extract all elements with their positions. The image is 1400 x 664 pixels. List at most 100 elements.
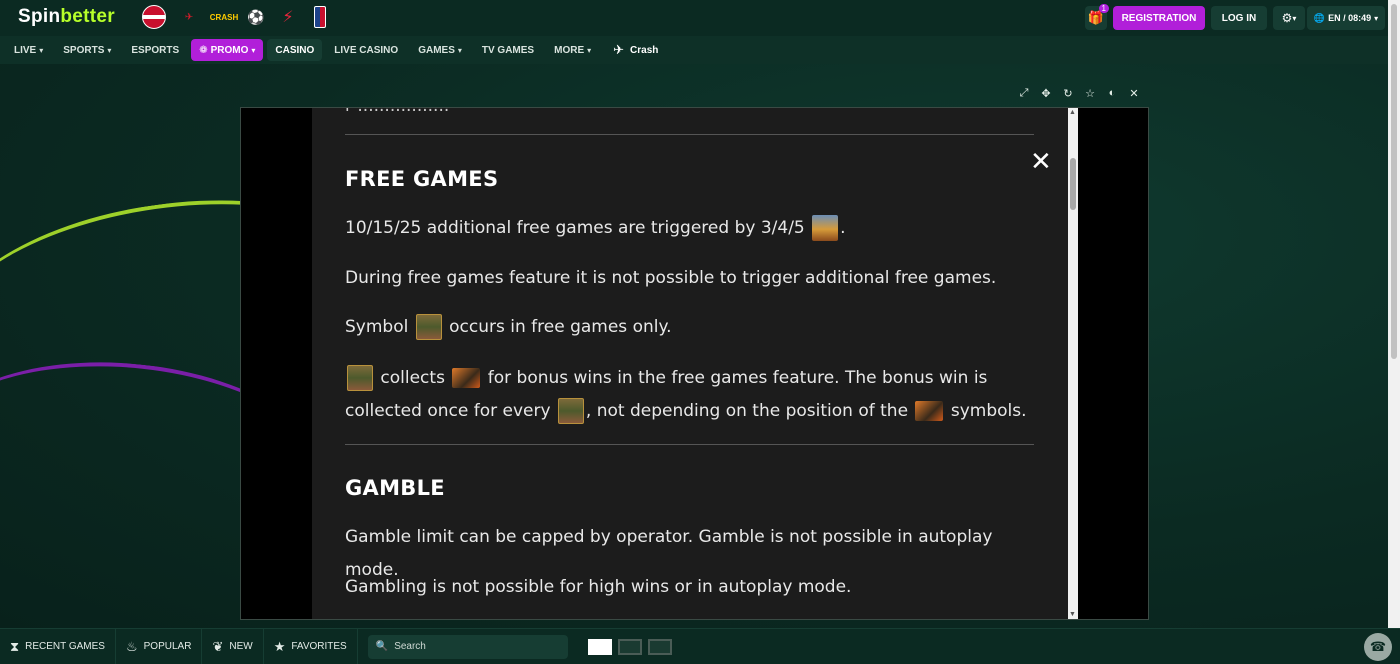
- logo-text-a: Spin: [18, 6, 61, 27]
- laliga-icon: ⚡: [282, 9, 294, 26]
- hourglass-icon: ⧗: [10, 638, 20, 654]
- page-scrollbar[interactable]: [1388, 0, 1400, 628]
- gamble-title: GAMBLE: [345, 476, 445, 500]
- search-box[interactable]: 🔍: [367, 634, 568, 659]
- nav-games-label: GAMES: [418, 44, 455, 56]
- fisherman-symbol-icon: [557, 398, 584, 424]
- headset-icon: ☎: [1369, 639, 1387, 654]
- lang-time-text: EN / 08:49: [1328, 13, 1372, 23]
- chevron-down-icon: ▾: [457, 45, 462, 55]
- free-games-title: FREE GAMES: [345, 167, 499, 191]
- support-button[interactable]: ☎: [1364, 633, 1392, 661]
- new-label: NEW: [229, 641, 253, 652]
- nav-tv-games[interactable]: TV GAMES: [474, 39, 542, 61]
- fg-line-3: Symbol occurs in free games only.: [345, 311, 1035, 344]
- promo-icon: ❁: [199, 44, 208, 56]
- chevron-down-icon: ▾: [107, 45, 112, 55]
- nav-crash-label: Crash: [630, 44, 659, 56]
- crash-logo-icon: CRASH: [209, 5, 239, 29]
- fisherman-symbol-icon: [415, 314, 442, 340]
- nav-esports-label: ESPORTS: [131, 44, 180, 56]
- globe-icon: 🌐: [1313, 12, 1326, 23]
- fg-line-2: During free games feature it is not poss…: [345, 268, 997, 288]
- favorites-button[interactable]: ★ FAVORITES: [264, 628, 358, 664]
- game-toolbar: ⤢ ✥ ↻ ☆ ◐ ✕: [1018, 86, 1140, 100]
- fg-line-4-text-c: , not depending on the position of the: [585, 401, 909, 421]
- close-icon[interactable]: ✕: [1128, 86, 1140, 100]
- fg-line-3-text-a: Symbol: [345, 317, 409, 337]
- popular-button[interactable]: ♨ POPULAR: [116, 628, 203, 664]
- nav-sports[interactable]: SPORTS ▾: [55, 39, 119, 61]
- login-button[interactable]: LOG IN: [1211, 6, 1267, 30]
- fisherman-symbol-icon: [347, 365, 373, 391]
- divider: [345, 134, 1034, 135]
- partner-logos: ✈ CRASH ⚽ ⚡: [142, 5, 332, 29]
- partner-red-logo-icon: ✈: [184, 11, 194, 23]
- site-logo[interactable]: Spinbetter: [18, 6, 115, 28]
- favorites-label: FAVORITES: [291, 641, 347, 652]
- flag-latvia-icon: [142, 5, 166, 29]
- game-frame[interactable]: r ................. ✕ FREE GAMES 10/15/2…: [240, 107, 1149, 620]
- fg-line-3-text-b: occurs in free games only.: [449, 317, 672, 337]
- bottom-bar: ⧗ RECENT GAMES ♨ POPULAR ❦ NEW ★ FAVORIT…: [0, 628, 1400, 664]
- star-icon[interactable]: ☆: [1084, 86, 1096, 100]
- nav-tv-games-label: TV GAMES: [481, 44, 535, 56]
- new-badge-icon: ❦: [212, 638, 224, 654]
- partial-text-top: r .................: [345, 108, 449, 116]
- gamble-line-2: Gambling is not possible for high wins o…: [345, 577, 852, 597]
- main-nav: LIVE ▾ SPORTS ▾ ESPORTS ❁ PROMO ▾ CASINO LIV…: [0, 36, 1388, 64]
- page-scroll-thumb[interactable]: [1391, 4, 1397, 359]
- star-icon: ★: [273, 638, 286, 654]
- scroll-thumb[interactable]: [1070, 158, 1076, 210]
- nav-live-casino[interactable]: LIVE CASINO: [326, 39, 406, 61]
- scroll-down-icon[interactable]: ▼: [1069, 611, 1076, 618]
- view-medium-button[interactable]: [617, 638, 642, 655]
- settings-button[interactable]: ⚙ ▾: [1273, 6, 1305, 30]
- nav-live[interactable]: LIVE ▾: [6, 39, 51, 61]
- nav-promo[interactable]: ❁ PROMO ▾: [191, 39, 264, 61]
- search-input[interactable]: [394, 641, 555, 652]
- language-time-button[interactable]: 🌐 EN / 08:49 ▾: [1307, 6, 1385, 30]
- nav-sports-label: SPORTS: [63, 44, 105, 56]
- fish-symbol-icon: [452, 368, 481, 388]
- nav-more[interactable]: MORE ▾: [546, 39, 599, 61]
- recent-games-label: RECENT GAMES: [25, 641, 105, 652]
- nav-crash[interactable]: ✈ Crash: [613, 42, 658, 58]
- gift-button[interactable]: 🎁 1: [1085, 4, 1109, 30]
- recent-games-button[interactable]: ⧗ RECENT GAMES: [0, 628, 116, 664]
- paytable-scrollbar[interactable]: ▲ ▼: [1068, 108, 1078, 619]
- popular-label: POPULAR: [143, 641, 192, 652]
- registration-button[interactable]: REGISTRATION: [1113, 6, 1205, 30]
- airplane-icon: ✈: [613, 42, 625, 57]
- reload-icon[interactable]: ↻: [1062, 86, 1074, 100]
- divider: [345, 444, 1034, 445]
- new-button[interactable]: ❦ NEW: [202, 628, 264, 664]
- paytable-panel[interactable]: r ................. ✕ FREE GAMES 10/15/2…: [312, 108, 1068, 619]
- view-large-button[interactable]: [587, 638, 612, 655]
- chevron-down-icon: ▾: [1292, 13, 1297, 23]
- fish-symbol-icon: [915, 401, 944, 421]
- fg-line-4: collects for bonus wins in the free game…: [345, 362, 1035, 428]
- fg-line-1: 10/15/25 additional free games are trigg…: [345, 212, 1035, 245]
- view-switcher: [587, 638, 672, 655]
- gear-icon: ⚙: [1281, 11, 1293, 25]
- top-header: Spinbetter ✈ CRASH ⚽ ⚡ 🎁 1 REGISTRATION …: [0, 0, 1388, 36]
- nav-games[interactable]: GAMES ▾: [410, 39, 470, 61]
- view-small-button[interactable]: [647, 638, 672, 655]
- fg-line-1-text: 10/15/25 additional free games are trigg…: [345, 218, 805, 238]
- nav-casino-label: CASINO: [275, 44, 315, 56]
- scroll-up-icon[interactable]: ▲: [1069, 109, 1076, 116]
- nav-more-label: MORE: [554, 44, 585, 56]
- chevron-down-icon: ▾: [39, 45, 44, 55]
- close-paytable-icon[interactable]: ✕: [1030, 148, 1052, 174]
- chevron-down-icon: ▾: [1374, 13, 1379, 23]
- nav-casino[interactable]: CASINO: [267, 39, 323, 61]
- nav-promo-label: PROMO: [210, 44, 249, 56]
- chevron-down-icon: ▾: [587, 45, 592, 55]
- crash-logo-text: CRASH: [209, 12, 239, 22]
- move-icon[interactable]: ✥: [1040, 86, 1052, 100]
- toggle-icon[interactable]: ◐: [1106, 86, 1118, 100]
- search-icon: 🔍: [375, 641, 389, 652]
- fullscreen-icon[interactable]: ⤢: [1018, 86, 1030, 100]
- nav-esports[interactable]: ESPORTS: [123, 39, 187, 61]
